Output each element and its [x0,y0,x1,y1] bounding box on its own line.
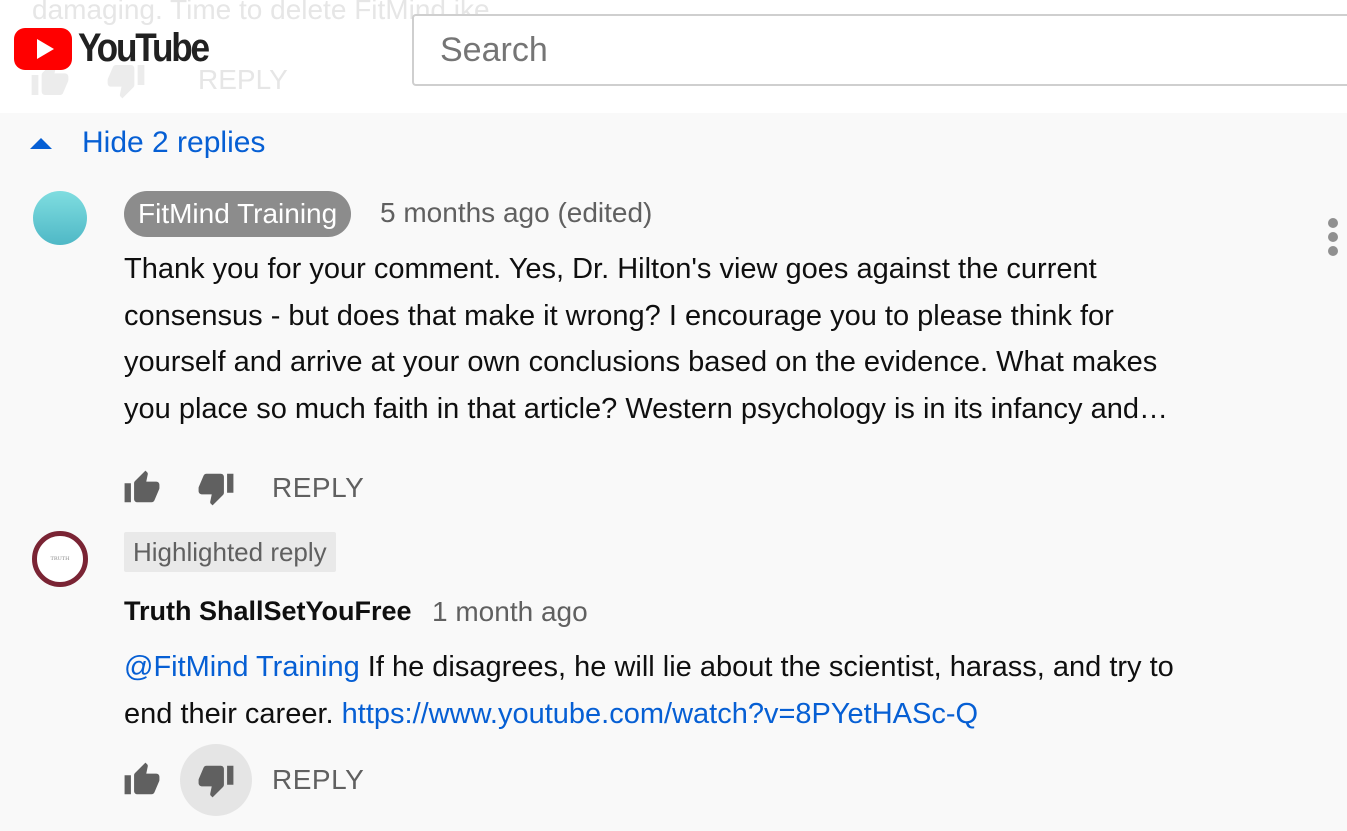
more-actions-icon[interactable] [1326,218,1340,258]
youtube-logo[interactable]: YouTube [14,26,226,71]
reply-button[interactable]: REPLY [272,764,364,796]
masthead: damaging. Time to delete FitMind ike REP… [0,0,1347,113]
thumb-down-icon [198,473,234,506]
comment-text-part: If he disagrees, he will lie about the s… [359,651,1174,683]
comment-line: you place so much faith in that article?… [124,392,1168,425]
comment-line: yourself and arrive at your own conclusi… [124,346,1158,378]
comment-line: Thank you for your comment. Yes, Dr. Hil… [124,253,1097,285]
caret-up-icon [30,138,52,149]
comment-actions: REPLY [124,452,364,524]
comment-text-part: end their career. [124,697,342,730]
thumb-up-icon [124,470,160,503]
search-input[interactable] [440,30,1347,70]
youtube-comments-page: damaging. Time to delete FitMind ike REP… [0,0,1347,831]
search-box[interactable] [412,14,1347,86]
highlighted-reply-badge: Highlighted reply [124,532,336,572]
avatar-logo-text: TRUTH [50,556,70,562]
comment-text: @FitMind Training If he disagrees, he wi… [124,644,1314,737]
dislike-button[interactable] [180,452,252,524]
comment-timestamp[interactable]: 1 month ago [432,596,588,628]
thumb-down-icon [198,765,234,798]
comment-line: consensus - but does that make it wrong?… [124,299,1114,332]
logo-wordmark: YouTube [78,26,210,70]
hide-replies-toggle[interactable]: Hide 2 replies [30,126,265,160]
avatar[interactable]: TRUTH [32,531,88,587]
like-button[interactable] [106,744,178,816]
reply-button[interactable]: REPLY [272,472,364,504]
author-name-chip[interactable]: FitMind Training [124,191,352,237]
mention-link[interactable]: @FitMind Training [124,651,360,683]
comment-timestamp[interactable]: 5 months ago (edited) [380,197,652,229]
thumb-up-icon [124,762,160,795]
comment-text: Thank you for your comment. Yes, Dr. Hil… [124,246,1294,432]
like-button[interactable] [106,452,178,524]
avatar[interactable] [33,191,87,245]
comment-actions: REPLY [124,744,364,816]
hide-replies-label: Hide 2 replies [82,126,266,159]
author-name[interactable]: Truth ShallSetYouFree [124,596,412,627]
youtube-play-icon [14,27,72,70]
video-link[interactable]: https://www.youtube.com/watch?v=8PYetHAS… [342,698,978,730]
dislike-button[interactable] [180,744,252,816]
